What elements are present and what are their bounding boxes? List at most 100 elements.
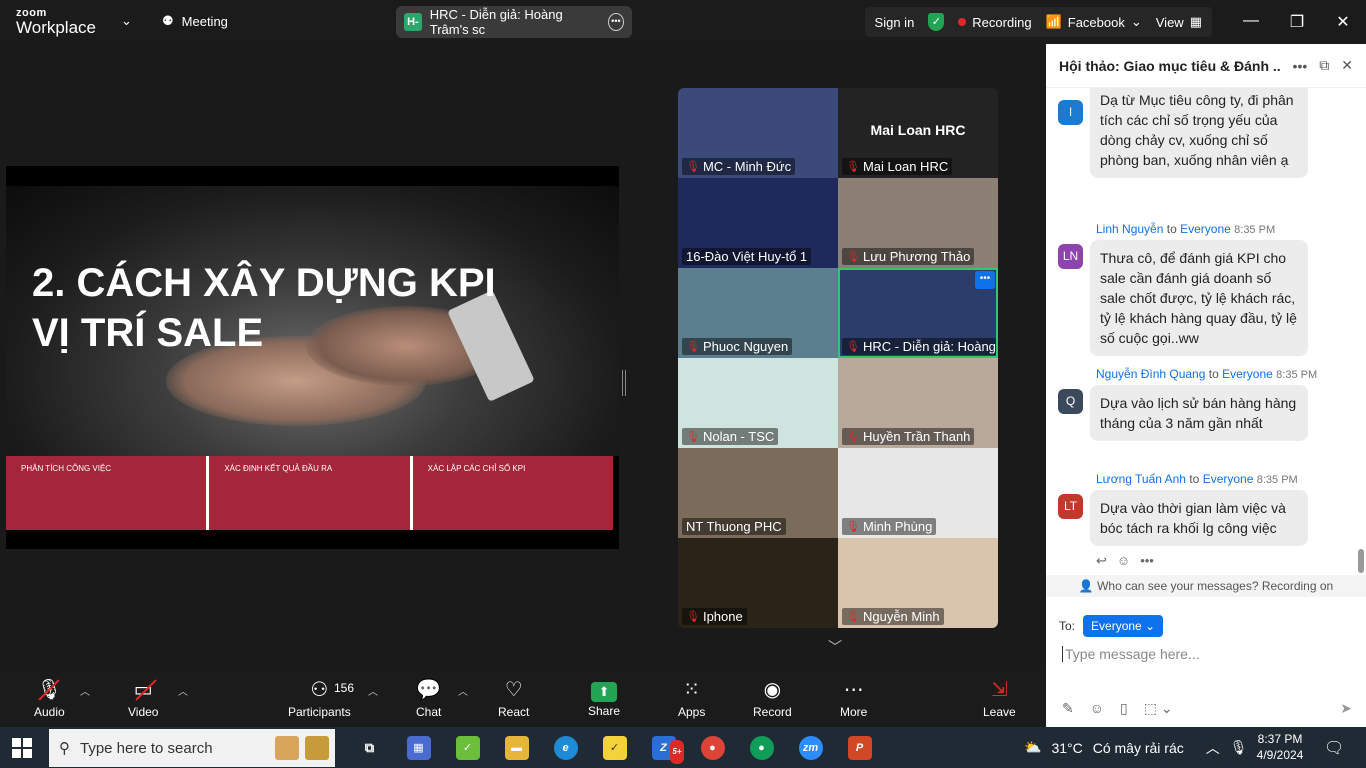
video-tile[interactable]: ••• 🎙HRC - Diễn giả: Hoàng T... [838,268,998,358]
temperature[interactable]: 31°C [1051,740,1082,756]
chevron-up-icon[interactable]: ︿ [368,683,378,698]
chrome-icon[interactable]: ● [688,727,737,768]
participant-name-tag: 🎙 Nolan - TSC [682,428,779,445]
taskbar-search[interactable]: ⚲ Type here to search [49,729,335,767]
meeting-tab[interactable]: H- HRC - Diễn giả: Hoàng Trâm's sc ••• [396,6,632,38]
recipient-name[interactable]: Everyone [1222,367,1273,381]
format-icon[interactable]: ✎ [1062,700,1074,717]
message-bubble[interactable]: Thưa cô, để đánh giá KPI cho sale cần đá… [1090,240,1308,356]
view-button[interactable]: View ▦ [1156,14,1202,30]
scrollbar[interactable] [1358,549,1364,573]
share-button[interactable]: ⬆ Share [588,669,620,727]
participant-name: 16-Đào Việt Huy-tổ 1 [686,249,808,264]
edge-icon[interactable]: e [541,727,590,768]
video-tile[interactable]: 🎙 Iphone [678,538,838,628]
close-icon[interactable]: ✕ [1341,57,1353,74]
sender-name[interactable]: Lương Tuấn Anh [1096,472,1186,486]
emoji-icon[interactable]: ☺ [1117,553,1130,569]
video-tile[interactable]: 🎙 Lưu Phương Thảo [838,178,998,268]
tab-badge: H- [404,13,422,31]
chrome-profile-icon[interactable]: ● [737,727,786,768]
participants-button[interactable]: ⚇ Participants [288,669,351,727]
more-label: More [840,705,868,719]
file-icon[interactable]: ▯ [1120,700,1128,717]
facebook-stream[interactable]: 📶 Facebook ⌄ [1046,14,1142,30]
more-icon[interactable]: ••• [1293,58,1308,74]
signin-button[interactable]: Sign in [875,15,915,30]
video-button[interactable]: ▭ Video [128,669,158,727]
screenshot-icon[interactable]: ⬚ ⌄ [1144,700,1173,717]
message-bubble[interactable]: Dạ từ Mục tiêu công ty, đi phân tích các… [1090,88,1308,178]
chevron-down-icon[interactable]: ⌄ [121,13,132,29]
sender-name[interactable]: Linh Nguyễn [1096,222,1163,236]
app-green-icon[interactable]: ✓ [443,727,492,768]
reply-icon[interactable]: ↩ [1096,553,1107,569]
send-icon[interactable]: ➤ [1340,700,1352,717]
avatar[interactable]: LN [1058,244,1083,269]
video-tile[interactable]: 🎙 Phuoc Nguyen [678,268,838,358]
weather-icon[interactable]: ⛅ [1024,739,1041,756]
clock[interactable]: 8:37 PM 4/9/2024 [1256,731,1304,763]
message-bubble[interactable]: Dựa vào thời gian làm việc và bóc tách r… [1090,490,1308,546]
recipient-dropdown[interactable]: Everyone ⌄ [1083,615,1164,637]
chevron-up-icon[interactable]: ︿ [1206,738,1220,758]
more-button[interactable]: ⋯ More [840,669,867,727]
chevron-up-icon[interactable]: ︿ [458,683,468,698]
chat-button[interactable]: 💬 Chat [416,669,441,727]
message-input[interactable]: Type message here... [1062,646,1200,662]
message-bubble[interactable]: Dựa vào lịch sử bán hàng hàng tháng của … [1090,385,1308,441]
split-handle[interactable] [622,370,626,396]
video-tile[interactable]: Mai Loan HRC 🎙 Mai Loan HRC [838,88,998,178]
chevron-up-icon[interactable]: ︿ [178,683,188,698]
meeting-menu[interactable]: ⚉ Meeting [162,13,228,29]
react-button[interactable]: ♡ React [498,669,529,727]
zoom-logo[interactable]: zoom Workplace [16,8,96,37]
microphone-icon[interactable]: 🎙 [1230,739,1248,756]
minimize-icon[interactable]: — [1228,12,1274,32]
sender-name[interactable]: Nguyễn Đình Quang [1096,367,1205,381]
zoom-app-label: zm [798,735,823,760]
zoom-app-icon[interactable]: zm [786,727,835,768]
more-icon[interactable]: ••• [975,271,995,289]
weather-text[interactable]: Có mây rải rác [1093,740,1184,756]
recipient-name[interactable]: Everyone [1180,222,1231,236]
powerpoint-icon[interactable]: P [835,727,884,768]
avatar[interactable]: LT [1058,494,1083,519]
chevron-down-icon[interactable]: ﹀ [828,637,842,657]
video-tile[interactable]: NT Thuong PHC [678,448,838,538]
audio-button[interactable]: 🎙 Audio [34,669,65,727]
meeting-toolbar: 🎙 Audio ︿ ▭ Video ︿ ⚇ Participants 156 ︿… [0,669,1046,727]
notification-icon[interactable]: 🗨 [1324,738,1344,758]
task-view-icon[interactable]: ⧉ [345,727,394,768]
more-icon[interactable]: ••• [1140,553,1154,569]
recipient-name[interactable]: Everyone [1203,472,1254,486]
store-icon[interactable]: ▦ [394,727,443,768]
sticky-notes-icon[interactable]: ✓ [590,727,639,768]
file-explorer-icon[interactable]: ▬ [492,727,541,768]
video-tile[interactable]: 🎙 MC - Minh Đức [678,88,838,178]
shield-icon[interactable]: ✓ [928,13,945,31]
video-tile[interactable]: 16-Đào Việt Huy-tổ 1 [678,178,838,268]
more-icon[interactable]: ••• [607,13,624,31]
leave-button[interactable]: ⇲ Leave [983,669,1016,727]
avatar[interactable]: I [1058,100,1083,125]
close-icon[interactable]: ✕ [1320,12,1366,32]
chevron-up-icon[interactable]: ︿ [80,683,90,698]
maximize-icon[interactable]: ❐ [1274,12,1320,32]
emoji-icon[interactable]: ☺ [1090,700,1104,717]
popout-icon[interactable]: ⧉ [1319,57,1329,74]
video-tile[interactable]: 🎙 Huyền Trần Thanh [838,358,998,448]
participant-name: Phuoc Nguyen [702,339,789,354]
audio-label: Audio [34,705,65,719]
zalo-icon[interactable]: Z 5+ [639,727,688,768]
avatar[interactable]: Q [1058,389,1083,414]
windows-start-icon[interactable] [12,738,32,758]
video-tile[interactable]: 🎙 Nguyễn Minh [838,538,998,628]
record-button[interactable]: ◉ Record [753,669,792,727]
chat-messages: I Dạ từ Mục tiêu công ty, đi phân tích cá… [1046,88,1366,575]
privacy-note[interactable]: 👤 Who can see your messages? Recording o… [1046,575,1366,597]
recording-indicator[interactable]: Recording [958,15,1032,30]
video-tile[interactable]: 🎙 Nolan - TSC [678,358,838,448]
video-tile[interactable]: 🎙 Minh Phùng [838,448,998,538]
apps-button[interactable]: ⁙ Apps [678,669,705,727]
